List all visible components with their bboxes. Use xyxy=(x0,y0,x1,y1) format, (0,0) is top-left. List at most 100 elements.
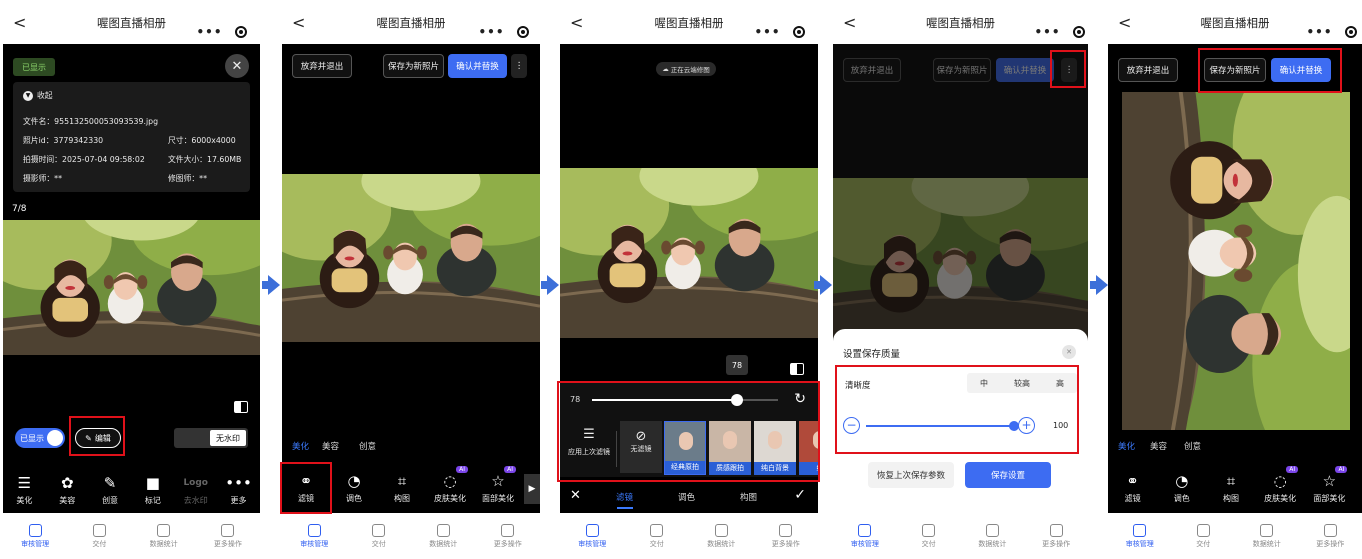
confirm-replace-button[interactable]: 确认并替换 xyxy=(448,54,507,78)
discard-exit-button[interactable]: 放弃并退出 xyxy=(843,58,901,82)
compare-icon[interactable] xyxy=(790,363,804,375)
compare-icon[interactable] xyxy=(234,401,248,413)
more-dots-icon[interactable]: ••• xyxy=(196,25,222,39)
toolbar-item-logo[interactable]: Logo 去水印 xyxy=(176,474,216,506)
watermark-toggle[interactable]: 无水印 xyxy=(174,428,248,448)
close-mini-program-icon[interactable] xyxy=(517,26,530,38)
tool-skin[interactable]: ◌ 皮肤美化 AI xyxy=(430,466,470,504)
mini-program-capsule[interactable]: ••• xyxy=(748,20,812,44)
close-mini-program-icon[interactable] xyxy=(235,26,248,38)
filter-option[interactable]: 质感跟拍 xyxy=(709,421,751,475)
intensity-slider[interactable] xyxy=(592,394,778,406)
tab-more[interactable]: 更多操作 xyxy=(763,523,809,549)
intensity-slider-knob[interactable] xyxy=(731,394,744,406)
tab-download[interactable]: 交付 xyxy=(356,523,402,549)
category-beauty[interactable]: 美容 xyxy=(1150,440,1167,452)
toolbar-item-beautify[interactable]: ☰ 美化 xyxy=(4,474,44,506)
more-dots-icon[interactable]: ••• xyxy=(1306,25,1332,39)
tab-color[interactable]: 调色 xyxy=(678,491,695,503)
quality-slider[interactable] xyxy=(866,421,1019,431)
tool-crop[interactable]: ⌗ 构图 xyxy=(1211,472,1251,504)
edit-button[interactable]: ✎ 编辑 xyxy=(75,428,121,448)
tab-more[interactable]: 更多操作 xyxy=(1307,523,1353,549)
sheet-close-icon[interactable]: ✕ xyxy=(1062,345,1076,359)
mini-program-capsule[interactable]: ••• xyxy=(1028,20,1088,44)
confirm-replace-button[interactable]: 确认并替换 xyxy=(996,58,1054,82)
more-dots-icon[interactable]: ••• xyxy=(754,25,780,39)
tool-palette[interactable]: ◔ 调色 xyxy=(1162,472,1202,504)
decrease-icon[interactable]: − xyxy=(843,417,860,434)
tool-skin[interactable]: ◌ 皮肤美化 AI xyxy=(1260,466,1300,504)
close-mini-program-icon[interactable] xyxy=(793,26,806,38)
display-toggle[interactable]: 已显示 xyxy=(15,428,65,448)
discard-exit-button[interactable]: 放弃并退出 xyxy=(1118,58,1178,82)
mini-program-capsule[interactable]: ••• xyxy=(190,20,254,44)
save-as-new-button[interactable]: 保存为新照片 xyxy=(933,58,991,82)
category-beautify[interactable]: 美化 xyxy=(1118,440,1135,452)
tab-review[interactable]: 审核管理 xyxy=(569,523,615,549)
cancel-icon[interactable]: ✕ xyxy=(570,488,581,503)
discard-exit-button[interactable]: 放弃并退出 xyxy=(292,54,352,78)
clarity-level-option[interactable]: 中 xyxy=(980,378,988,389)
toolbar-item-beauty[interactable]: ✿ 美容 xyxy=(47,474,87,506)
tab-download[interactable]: 交付 xyxy=(76,523,122,549)
reset-icon[interactable]: ↻ xyxy=(794,391,806,407)
toolbar-item-creative[interactable]: ✎ 创意 xyxy=(90,474,130,506)
tool-crop[interactable]: ⌗ 构图 xyxy=(382,472,422,504)
close-mini-program-icon[interactable] xyxy=(1073,26,1086,38)
tab-filter[interactable]: 滤镜 xyxy=(616,491,633,503)
save-settings-button[interactable]: 保存设置 xyxy=(965,462,1051,488)
more-dots-icon[interactable]: ••• xyxy=(478,25,504,39)
more-options-icon[interactable]: ⋮ xyxy=(1061,58,1077,82)
increase-icon[interactable]: + xyxy=(1018,417,1035,434)
save-as-new-button[interactable]: 保存为新照片 xyxy=(383,54,444,78)
filter-preview-face xyxy=(813,431,818,449)
tab-more[interactable]: 更多操作 xyxy=(1033,523,1079,549)
tab-review[interactable]: 审核管理 xyxy=(12,523,58,549)
tab-review[interactable]: 审核管理 xyxy=(291,523,337,549)
tab-crop[interactable]: 构图 xyxy=(740,491,757,503)
save-as-new-button[interactable]: 保存为新照片 xyxy=(1204,58,1266,82)
toolbar-item-mark[interactable]: ■ 标记 xyxy=(133,474,173,506)
category-creative[interactable]: 创意 xyxy=(1184,440,1201,452)
scroll-right-icon[interactable]: ▶ xyxy=(524,474,540,504)
tab-stats[interactable]: 数据统计 xyxy=(698,523,744,549)
mini-program-capsule[interactable]: ••• xyxy=(472,20,536,44)
toolbar-item-more-dots[interactable]: ••• 更多 xyxy=(219,474,259,506)
tab-more[interactable]: 更多操作 xyxy=(485,523,531,549)
more-options-icon[interactable]: ⋮ xyxy=(511,54,527,78)
tab-stats[interactable]: 数据统计 xyxy=(1244,523,1290,549)
tab-stats[interactable]: 数据统计 xyxy=(969,523,1015,549)
tab-more[interactable]: 更多操作 xyxy=(205,523,251,549)
close-icon[interactable]: ✕ xyxy=(225,54,249,78)
collapse-toggle[interactable]: ▼ 收起 xyxy=(23,90,53,101)
tab-review[interactable]: 审核管理 xyxy=(842,523,888,549)
tab-download[interactable]: 交付 xyxy=(1180,523,1226,549)
tab-download[interactable]: 交付 xyxy=(634,523,680,549)
confirm-check-icon[interactable]: ✓ xyxy=(794,487,806,503)
tab-stats[interactable]: 数据统计 xyxy=(141,523,187,549)
tab-stats[interactable]: 数据统计 xyxy=(420,523,466,549)
tab-download[interactable]: 交付 xyxy=(906,523,952,549)
restore-last-params-button[interactable]: 恢复上次保存参数 xyxy=(868,462,954,488)
confirm-replace-button[interactable]: 确认并替换 xyxy=(1271,58,1331,82)
clarity-level-option[interactable]: 较高 xyxy=(1014,378,1030,389)
category-beautify[interactable]: 美化 xyxy=(292,440,309,452)
clarity-level-option[interactable]: 高 xyxy=(1056,378,1064,389)
category-beauty[interactable]: 美容 xyxy=(322,440,339,452)
no-filter-option[interactable]: ⊘ 无滤镜 xyxy=(620,421,662,473)
mini-program-capsule[interactable]: ••• xyxy=(1300,20,1362,44)
tool-face[interactable]: ☆ 面部美化 AI xyxy=(1309,466,1349,504)
more-dots-icon[interactable]: ••• xyxy=(1034,25,1060,39)
tool-palette[interactable]: ◔ 调色 xyxy=(334,472,374,504)
tool-filter[interactable]: ⚭ 滤镜 xyxy=(286,472,326,504)
filter-option[interactable]: 红 xyxy=(799,421,818,475)
tab-review[interactable]: 审核管理 xyxy=(1117,523,1163,549)
tool-filter[interactable]: ⚭ 滤镜 xyxy=(1113,472,1153,504)
apply-last-filter[interactable]: ☰ 应用上次滤镜 xyxy=(564,427,614,457)
close-mini-program-icon[interactable] xyxy=(1345,26,1358,38)
tool-face[interactable]: ☆ 面部美化 AI xyxy=(478,466,518,504)
category-creative[interactable]: 创意 xyxy=(359,440,376,452)
filter-option[interactable]: 纯白背景 xyxy=(754,421,796,475)
filter-option[interactable]: 经典原拍 xyxy=(664,421,706,475)
